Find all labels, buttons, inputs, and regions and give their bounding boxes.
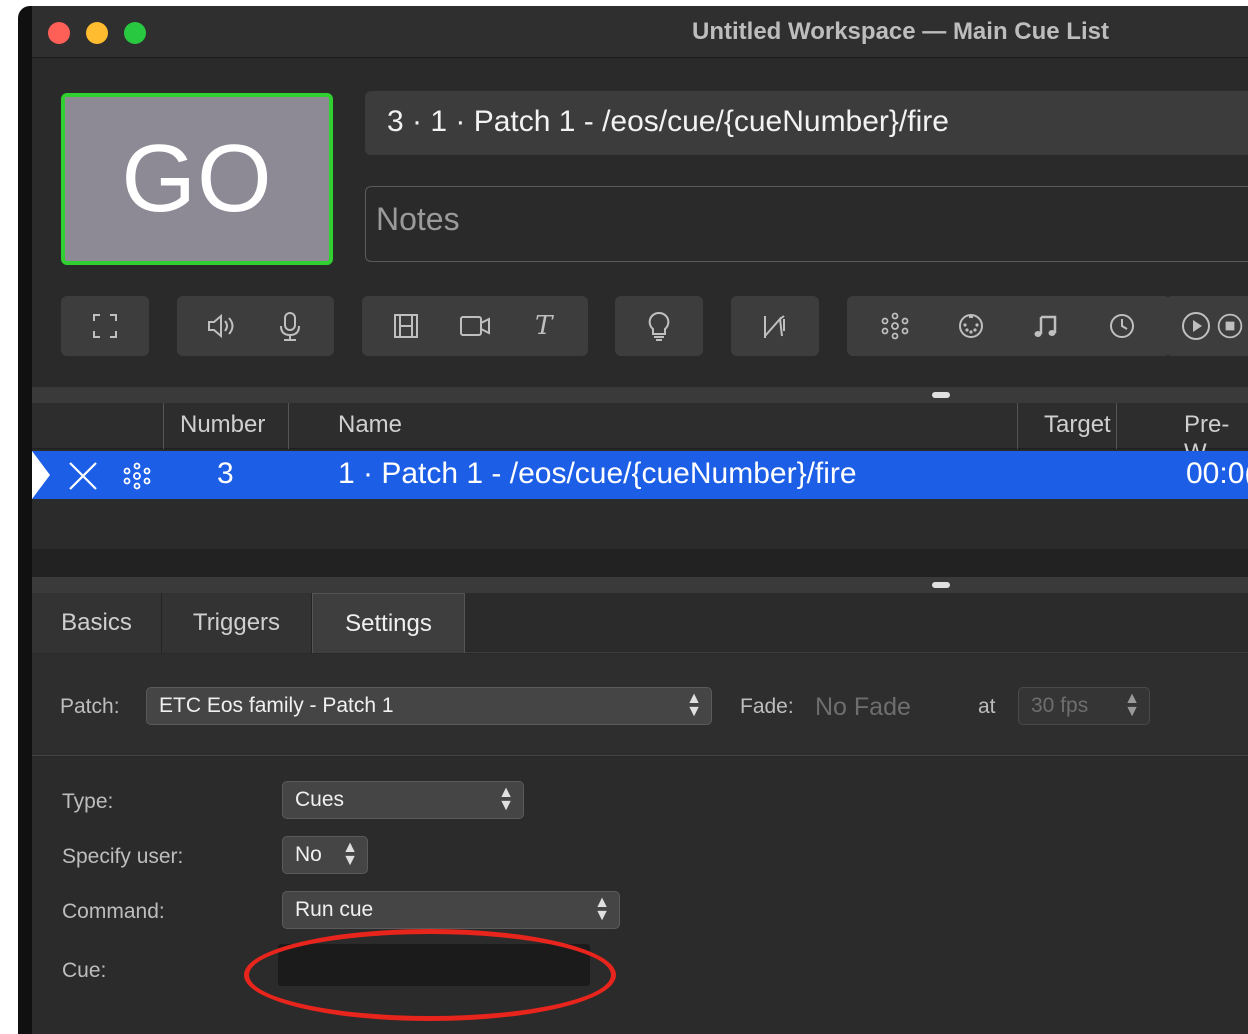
title-bar: Untitled Workspace — Main Cue List <box>32 6 1248 58</box>
command-select[interactable]: Run cue ▲ ▼ <box>282 891 620 929</box>
cue-name-field[interactable]: 3 · 1 · Patch 1 - /eos/cue/{cueNumber}/f… <box>365 91 1248 155</box>
go-button[interactable]: GO <box>61 93 333 265</box>
settings-panel: Type: Cues ▲ ▼ Specify user: No ▲ ▼ Comman… <box>32 757 1248 1034</box>
toolbar-group-view <box>61 296 149 356</box>
minimize-window-button[interactable] <box>86 22 108 44</box>
type-select[interactable]: Cues ▲ ▼ <box>282 781 524 819</box>
column-separator <box>1116 403 1117 449</box>
cue-name-cell[interactable]: 1 · Patch 1 - /eos/cue/{cueNumber}/fire <box>338 457 857 491</box>
cue-table-header: Number Name Target Pre-W <box>32 403 1248 466</box>
toolbar-group-video: T <box>362 296 588 356</box>
midi-icon[interactable] <box>951 306 991 346</box>
stop-icon[interactable] <box>1216 306 1244 346</box>
command-select-value: Run cue <box>295 898 374 921</box>
chevron-up-down-icon: ▲ ▼ <box>686 690 702 720</box>
screen-edge-left <box>0 0 18 1034</box>
annotation-circle <box>244 929 616 1021</box>
clock-icon[interactable] <box>1102 306 1142 346</box>
column-separator <box>163 403 164 449</box>
close-window-button[interactable] <box>48 22 70 44</box>
fps-select[interactable]: 30 fps ▲ ▼ <box>1018 687 1150 725</box>
inspector-splitter[interactable] <box>32 577 1248 593</box>
fade-value: No Fade <box>815 693 911 721</box>
command-label: Command: <box>62 900 165 923</box>
playhead-arrow-icon <box>32 451 50 499</box>
inspector-tabs: Basics Triggers Settings <box>32 593 1248 653</box>
broken-status-icon <box>66 459 100 498</box>
column-number[interactable]: Number <box>180 411 265 439</box>
text-icon[interactable]: T <box>524 306 564 346</box>
cue-number-cell[interactable]: 3 <box>217 457 234 491</box>
column-target[interactable]: Target <box>1044 411 1111 439</box>
chevron-up-down-icon: ▲ ▼ <box>1124 690 1140 720</box>
column-separator <box>288 403 289 449</box>
lightbulb-icon[interactable] <box>639 306 679 346</box>
tab-settings[interactable]: Settings <box>312 593 465 653</box>
chevron-up-down-icon: ▲ ▼ <box>594 894 610 924</box>
specify-user-label: Specify user: <box>62 845 184 868</box>
toolbar-group-control <box>847 296 1170 356</box>
table-row[interactable]: 3 1 · Patch 1 - /eos/cue/{cueNumber}/fir… <box>32 451 1248 499</box>
video-camera-icon[interactable] <box>455 306 495 346</box>
empty-table-area <box>32 549 1248 579</box>
type-select-value: Cues <box>295 788 345 811</box>
column-name[interactable]: Name <box>338 411 402 439</box>
patch-select[interactable]: ETC Eos family - Patch 1 ▲ ▼ <box>146 687 712 725</box>
fade-label: Fade: <box>740 695 794 718</box>
type-label: Type: <box>62 790 114 813</box>
toolbar-group-light <box>615 296 703 356</box>
chevron-up-down-icon: ▲ ▼ <box>498 784 514 814</box>
play-icon[interactable] <box>1176 306 1216 346</box>
window-title: Untitled Workspace — Main Cue List <box>692 18 1109 45</box>
patch-select-value: ETC Eos family - Patch 1 <box>159 694 394 717</box>
list-splitter[interactable] <box>32 387 1248 403</box>
go-button-label: GO <box>121 125 273 232</box>
network-cue-icon <box>122 461 152 496</box>
splitter-grip[interactable] <box>932 582 950 588</box>
app-window: Untitled Workspace — Main Cue List GO 3 … <box>18 6 1248 1034</box>
patch-label: Patch: <box>60 695 120 718</box>
speaker-icon[interactable] <box>201 306 241 346</box>
film-icon[interactable] <box>386 306 426 346</box>
toolbar-group-audio <box>177 296 334 356</box>
fade-icon[interactable] <box>755 306 795 346</box>
fps-select-value: 30 fps <box>1031 694 1089 717</box>
specify-user-select-value: No <box>295 843 322 866</box>
notes-field[interactable]: Notes <box>365 186 1248 262</box>
fullscreen-icon[interactable] <box>85 306 125 346</box>
empty-table-row <box>32 499 1248 549</box>
tab-basics[interactable]: Basics <box>32 593 162 653</box>
patch-settings-row: Patch: ETC Eos family - Patch 1 ▲ ▼ Fade:… <box>32 654 1248 756</box>
toolbar-group-fade <box>731 296 819 356</box>
network-icon[interactable] <box>875 306 915 346</box>
at-label: at <box>978 695 996 718</box>
music-note-icon[interactable] <box>1026 306 1066 346</box>
chevron-up-down-icon: ▲ ▼ <box>342 839 358 869</box>
tab-triggers[interactable]: Triggers <box>162 593 312 653</box>
microphone-icon[interactable] <box>270 306 310 346</box>
zoom-window-button[interactable] <box>124 22 146 44</box>
toolbar-group-playback <box>1166 296 1248 356</box>
column-separator <box>1017 403 1018 449</box>
cue-label: Cue: <box>62 959 107 982</box>
splitter-grip[interactable] <box>932 392 950 398</box>
cue-prewait-cell[interactable]: 00:0( <box>1186 457 1248 491</box>
specify-user-select[interactable]: No ▲ ▼ <box>282 836 368 874</box>
